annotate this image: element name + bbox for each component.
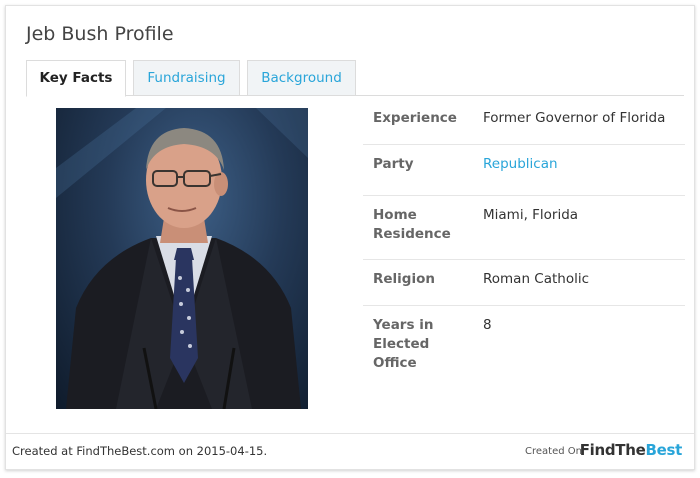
tab-bar: Key Facts Fundraising Background xyxy=(26,60,684,97)
tab-background[interactable]: Background xyxy=(247,60,356,96)
profile-widget: Jeb Bush Profile Key Facts Fundraising B… xyxy=(5,5,695,470)
fact-value: Miami, Florida xyxy=(483,207,579,223)
profile-photo xyxy=(56,108,308,409)
fact-label: Party xyxy=(373,156,414,172)
fact-label: Home Residence xyxy=(373,207,451,242)
key-facts-table: Experience Former Governor of Florida Pa… xyxy=(363,99,685,371)
fact-row-party: Party Republican xyxy=(363,145,685,196)
party-link[interactable]: Republican xyxy=(483,155,683,174)
tab-key-facts[interactable]: Key Facts xyxy=(26,60,126,97)
findthebest-logo[interactable]: FindTheBest xyxy=(579,441,683,459)
logo-main-text: FindThe xyxy=(579,441,646,459)
fact-value: Roman Catholic xyxy=(483,271,590,287)
footer: Created at FindTheBest.com on 2015-04-15… xyxy=(6,433,694,469)
page-title: Jeb Bush Profile xyxy=(26,23,174,45)
fact-label: Religion xyxy=(373,271,435,287)
fact-row-years-in-office: Years in Elected Office 8 xyxy=(363,306,685,371)
tab-fundraising[interactable]: Fundraising xyxy=(133,60,240,96)
fact-row-experience: Experience Former Governor of Florida xyxy=(363,99,685,145)
fact-value: Former Governor of Florida xyxy=(483,110,666,126)
created-at-text: Created at FindTheBest.com on 2015-04-15… xyxy=(12,444,268,458)
fact-label: Years in Elected Office xyxy=(373,317,434,371)
fact-row-religion: Religion Roman Catholic xyxy=(363,260,685,306)
fact-label: Experience xyxy=(373,110,457,126)
logo-accent-text: Best xyxy=(645,441,682,459)
fact-value: 8 xyxy=(483,317,492,333)
fact-row-home-residence: Home Residence Miami, Florida xyxy=(363,196,685,260)
created-on-label: Created On xyxy=(525,446,582,457)
